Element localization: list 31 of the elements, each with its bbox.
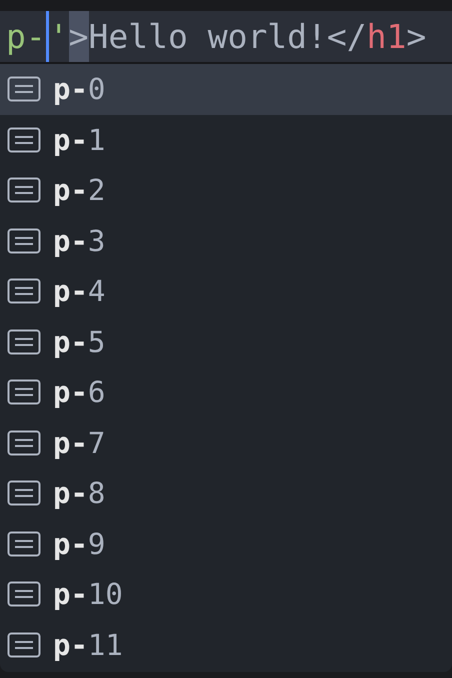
completion-item[interactable]: p-6 (0, 367, 452, 418)
text-snippet-icon (7, 480, 41, 506)
completion-item[interactable]: p-7 (0, 418, 452, 468)
text-snippet-icon (7, 530, 41, 557)
code-token: > (406, 16, 426, 58)
text-snippet-icon (7, 177, 41, 204)
code-token: p- (6, 16, 46, 58)
code-token: Hello world!</ (88, 16, 367, 58)
completion-item[interactable]: p-4 (0, 266, 452, 316)
text-snippet-icon (7, 430, 41, 456)
completion-item[interactable]: p-8 (0, 468, 452, 518)
text-snippet-icon (7, 228, 41, 254)
code-token: h1 (366, 16, 406, 58)
text-snippet-icon (7, 126, 41, 153)
code-token: > (68, 11, 88, 62)
text-snippet-icon (7, 632, 41, 658)
text-snippet-icon (7, 76, 41, 102)
text-snippet-icon (7, 379, 41, 406)
completion-item[interactable]: p-5 (0, 316, 452, 367)
completion-item[interactable]: p-1 (0, 114, 452, 165)
completion-item[interactable]: p-9 (0, 518, 452, 569)
completion-item[interactable]: p-2 (0, 165, 452, 216)
completion-item[interactable]: p-11 (0, 620, 452, 670)
text-snippet-icon (7, 278, 41, 304)
text-cursor (46, 11, 49, 62)
text-snippet-icon (7, 328, 41, 355)
completion-item[interactable]: p-3 (0, 216, 452, 266)
completion-item[interactable]: p-0 (0, 64, 452, 114)
code-token: ' (48, 16, 69, 58)
text-snippet-icon (7, 581, 41, 608)
completion-item[interactable]: p-10 (0, 569, 452, 620)
